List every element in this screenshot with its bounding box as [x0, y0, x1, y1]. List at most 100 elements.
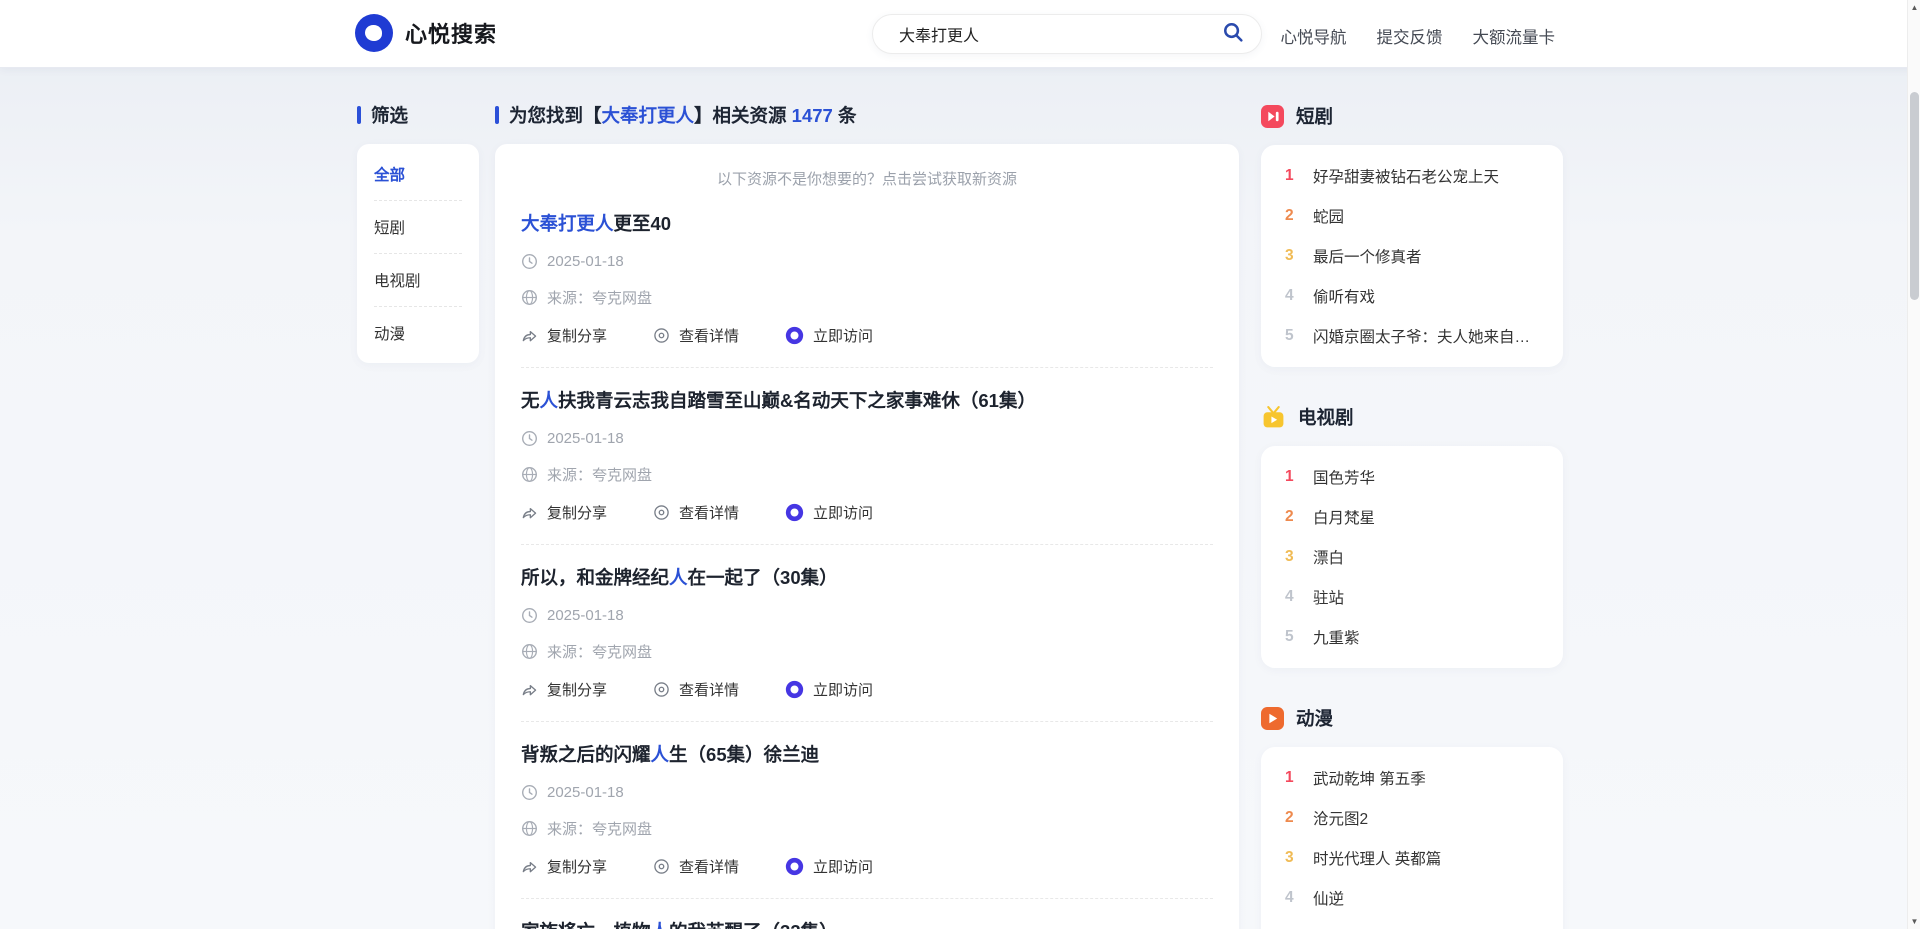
- scroll-down-icon[interactable]: ▼: [1908, 914, 1920, 929]
- copy-share-button-label: 复制分享: [547, 679, 607, 700]
- title-highlight: 大奉打更人: [521, 213, 614, 234]
- ranking-heading: 动漫: [1261, 706, 1563, 730]
- filter-item-2[interactable]: 电视剧: [374, 254, 462, 307]
- visit-now-button-label: 立即访问: [813, 325, 873, 346]
- results-heading-label: 为您找到【大奉打更人】相关资源 1477 条: [509, 102, 856, 128]
- content: 筛选 全部短剧电视剧动漫 为您找到【大奉打更人】相关资源 1477 条 以下资源…: [357, 104, 1563, 929]
- clock-icon: [521, 784, 538, 801]
- ranking-title: 动漫: [1296, 705, 1333, 731]
- result-title-link[interactable]: 所以，和金牌经纪人在一起了（30集）: [521, 564, 1213, 590]
- title-text: 生（65集）徐兰迪: [669, 744, 819, 765]
- top-nav: 心悦导航 提交反馈 大额流量卡: [1281, 24, 1556, 48]
- rank-item-label: 九重紫: [1313, 626, 1360, 648]
- result-list: 大奉打更人更至402025-01-18来源：夸克网盘复制分享查看详情立即访问无人…: [521, 191, 1213, 929]
- ranking-item[interactable]: 4仙逆: [1281, 878, 1543, 918]
- view-detail-button[interactable]: 查看详情: [653, 856, 739, 877]
- results-column: 为您找到【大奉打更人】相关资源 1477 条 以下资源不是你想要的？点击尝试获取…: [495, 104, 1239, 929]
- visit-now-button[interactable]: 立即访问: [785, 679, 873, 700]
- view-detail-button[interactable]: 查看详情: [653, 502, 739, 523]
- ranking-item[interactable]: 4 偷听有戏: [1281, 276, 1543, 316]
- view-detail-button[interactable]: 查看详情: [653, 325, 739, 346]
- rank-item-label: 偷听有戏: [1313, 285, 1375, 307]
- result-item: 无人扶我青云志我自踏雪至山巅&名动天下之家事难休（61集）2025-01-18来…: [521, 368, 1213, 545]
- copy-share-button[interactable]: 复制分享: [521, 502, 607, 523]
- ranking-item[interactable]: 1国色芳华: [1281, 457, 1543, 497]
- visit-now-button-label: 立即访问: [813, 856, 873, 877]
- ranking-item[interactable]: 3 时光代理人 英都篇: [1281, 838, 1543, 878]
- result-source: 来源：夸克网盘: [547, 818, 652, 839]
- rank-number: 2: [1285, 508, 1298, 526]
- scrollbar[interactable]: ▲ ▼: [1907, 0, 1920, 929]
- scroll-up-icon[interactable]: ▲: [1908, 0, 1920, 15]
- search-input[interactable]: [873, 25, 1218, 43]
- copy-share-button[interactable]: 复制分享: [521, 856, 607, 877]
- ranking-title: 短剧: [1296, 103, 1333, 129]
- ranking-section-2: 动漫 1武动乾坤 第五季2沧元图2 3 时光代理人 英都篇 4仙逆5牧神记: [1261, 706, 1563, 929]
- result-item: 背叛之后的闪耀人生（65集）徐兰迪 2025-01-18 来源：夸克网盘复制分享 查看…: [521, 722, 1213, 899]
- ranking-item[interactable]: 2白月梵星: [1281, 497, 1543, 537]
- share-icon: [521, 504, 538, 521]
- result-item: 家族将亡，植物人的我苏醒了（33集）2025-01-18来源：夸克网盘复制分享查…: [521, 899, 1213, 929]
- share-icon: [521, 858, 538, 875]
- ranking-item[interactable]: 5九重紫: [1281, 617, 1543, 657]
- rank-number: 5: [1285, 327, 1298, 345]
- rankings-column: 短剧1好孕甜妻被钻石老公宠上天2蛇园3最后一个修真者4偷听有戏5闪婚京圈太子爷：…: [1261, 104, 1563, 929]
- logo[interactable]: 心悦搜索: [355, 14, 497, 52]
- clock-icon: [521, 430, 538, 447]
- view-detail-button-label: 查看详情: [679, 325, 739, 346]
- ranking-item[interactable]: 3最后一个修真者: [1281, 236, 1543, 276]
- rank-item-label: 时光代理人 英都篇: [1313, 847, 1441, 869]
- ranking-item[interactable]: 1好孕甜妻被钻石老公宠上天: [1281, 156, 1543, 196]
- rank-item-label: 国色芳华: [1313, 466, 1375, 488]
- result-title-link[interactable]: 背叛之后的闪耀人生（65集）徐兰迪: [521, 741, 1213, 767]
- rank-number: 4: [1285, 889, 1298, 907]
- title-highlight: 人: [651, 744, 670, 765]
- search-button[interactable]: [1218, 21, 1261, 47]
- ranking-item[interactable]: 3漂白: [1281, 537, 1543, 577]
- visit-now-button[interactable]: 立即访问: [785, 325, 873, 346]
- clock-icon: [521, 253, 538, 270]
- copy-share-button[interactable]: 复制分享: [521, 325, 607, 346]
- result-title-link[interactable]: 大奉打更人更至40: [521, 210, 1213, 236]
- rank-number: 2: [1285, 809, 1298, 827]
- ranking-item[interactable]: 5牧神记: [1281, 918, 1543, 929]
- eye-icon: [653, 504, 670, 521]
- anime-icon: [1261, 707, 1284, 730]
- nav-link-navigation[interactable]: 心悦导航: [1281, 24, 1347, 48]
- search-bar: [872, 14, 1262, 54]
- nav-link-feedback[interactable]: 提交反馈: [1377, 24, 1443, 48]
- ranking-item[interactable]: 2蛇园: [1281, 196, 1543, 236]
- ranking-item[interactable]: 2沧元图2: [1281, 798, 1543, 838]
- result-date-row: 2025-01-18: [521, 784, 1213, 801]
- visit-now-button[interactable]: 立即访问: [785, 856, 873, 877]
- filter-item-3[interactable]: 动漫: [374, 307, 462, 359]
- result-date: 2025-01-18: [547, 253, 624, 270]
- rank-item-label: 闪婚京圈太子爷：夫人她来自农村: [1313, 325, 1539, 347]
- rank-number: 4: [1285, 287, 1298, 305]
- ranking-item[interactable]: 1武动乾坤 第五季: [1281, 758, 1543, 798]
- visit-now-button[interactable]: 立即访问: [785, 502, 873, 523]
- rank-item-label: 蛇园: [1313, 205, 1344, 227]
- nav-link-data-card[interactable]: 大额流量卡: [1473, 24, 1556, 48]
- result-source: 来源：夸克网盘: [547, 641, 652, 662]
- filter-item-0[interactable]: 全部: [374, 148, 462, 201]
- filter-heading: 筛选: [357, 104, 479, 126]
- clock-icon: [521, 607, 538, 624]
- copy-share-button[interactable]: 复制分享: [521, 679, 607, 700]
- view-detail-button[interactable]: 查看详情: [653, 679, 739, 700]
- action-row: 复制分享 查看详情 立即访问: [521, 325, 1213, 346]
- ranking-item[interactable]: 4驻站: [1281, 577, 1543, 617]
- heading-prefix: 为您找到【: [509, 105, 602, 126]
- scrollbar-thumb[interactable]: [1910, 92, 1919, 300]
- refresh-notice[interactable]: 以下资源不是你想要的？点击尝试获取新资源: [521, 168, 1213, 189]
- globe-icon: [521, 820, 538, 837]
- result-source-row: 来源：夸克网盘: [521, 464, 1213, 485]
- result-title-link[interactable]: 家族将亡，植物人的我苏醒了（33集）: [521, 918, 1213, 929]
- rank-item-label: 最后一个修真者: [1313, 245, 1422, 267]
- rank-number: 3: [1285, 849, 1298, 867]
- result-title-link[interactable]: 无人扶我青云志我自踏雪至山巅&名动天下之家事难休（61集）: [521, 387, 1213, 413]
- view-detail-button-label: 查看详情: [679, 502, 739, 523]
- filter-item-1[interactable]: 短剧: [374, 201, 462, 254]
- action-row: 复制分享 查看详情 立即访问: [521, 679, 1213, 700]
- ranking-item[interactable]: 5 闪婚京圈太子爷：夫人她来自农村: [1281, 316, 1543, 356]
